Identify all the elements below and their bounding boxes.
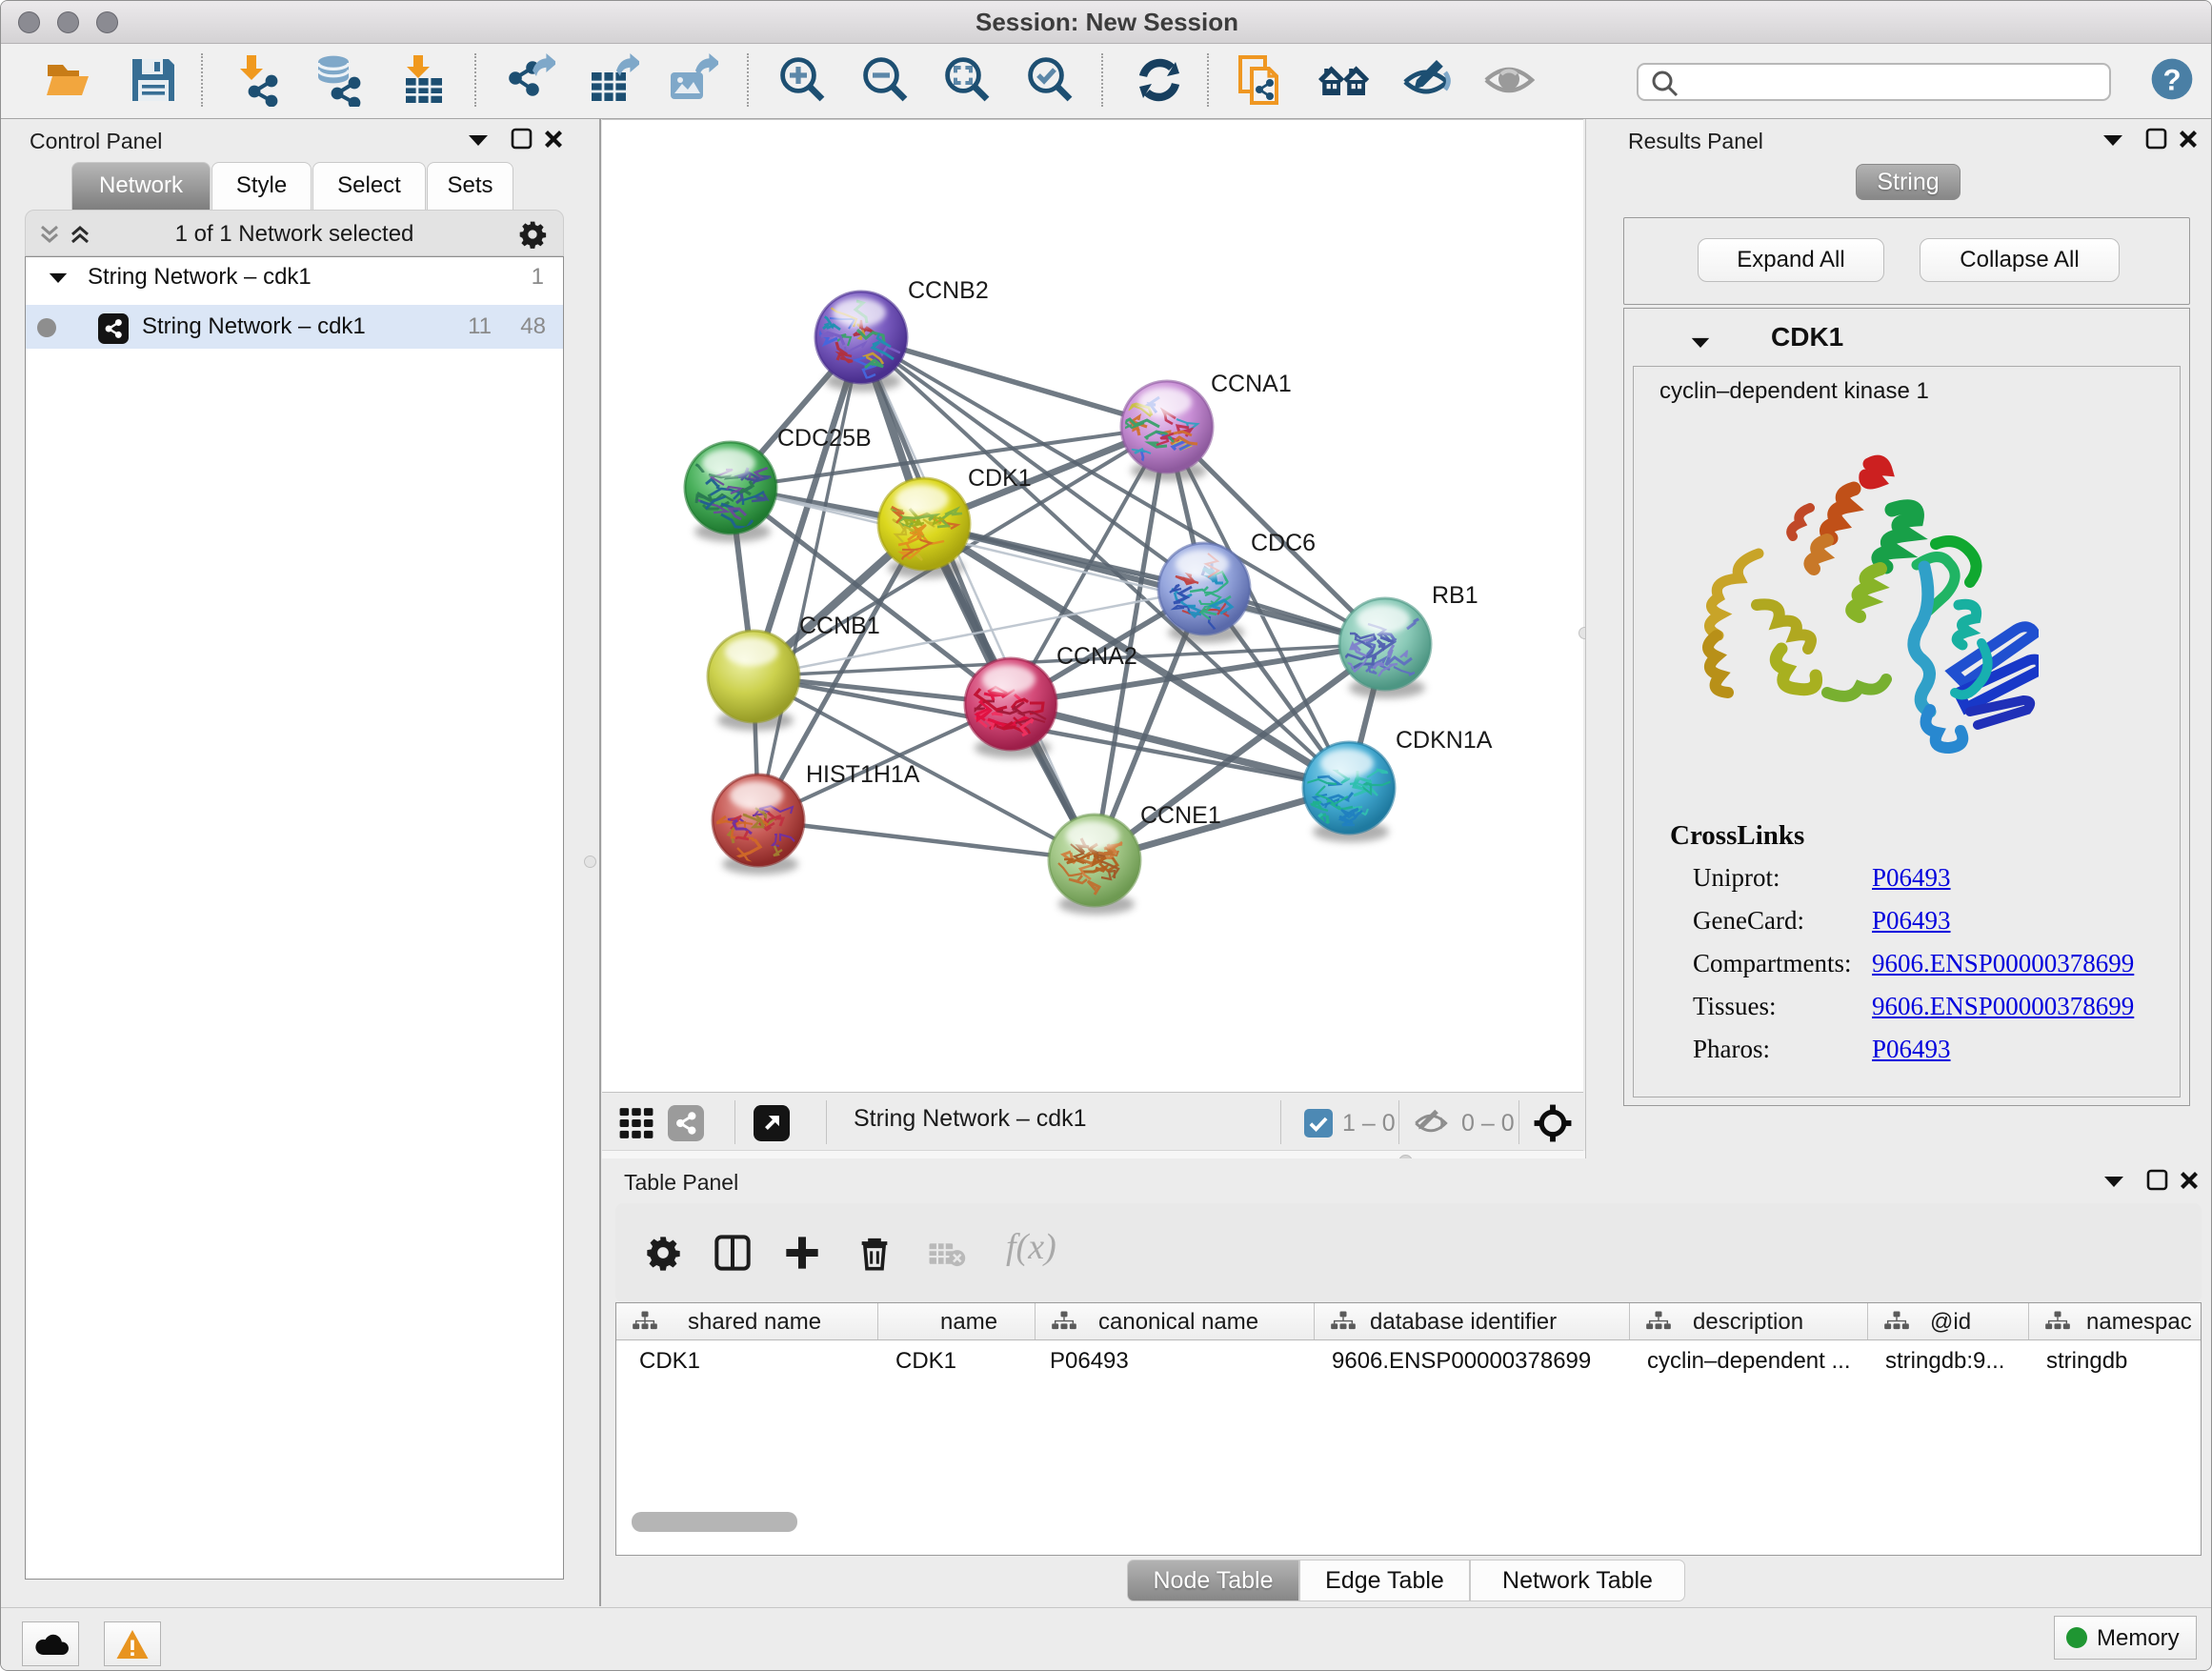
svg-text:?: ? bbox=[2162, 64, 2181, 97]
svg-text:CCNB2: CCNB2 bbox=[908, 277, 989, 304]
svg-text:CCNE1: CCNE1 bbox=[1140, 802, 1221, 829]
svg-text:CDKN1A: CDKN1A bbox=[1396, 727, 1493, 754]
svg-text:CCNA1: CCNA1 bbox=[1211, 371, 1292, 397]
svg-text:CDC25B: CDC25B bbox=[777, 425, 872, 452]
svg-text:CCNB1: CCNB1 bbox=[799, 613, 880, 639]
svg-text:RB1: RB1 bbox=[1432, 582, 1478, 609]
svg-text:CCNA2: CCNA2 bbox=[1056, 643, 1137, 670]
svg-text:CDC6: CDC6 bbox=[1251, 530, 1316, 556]
svg-text:HIST1H1A: HIST1H1A bbox=[806, 761, 920, 788]
svg-text:CDK1: CDK1 bbox=[968, 465, 1032, 492]
